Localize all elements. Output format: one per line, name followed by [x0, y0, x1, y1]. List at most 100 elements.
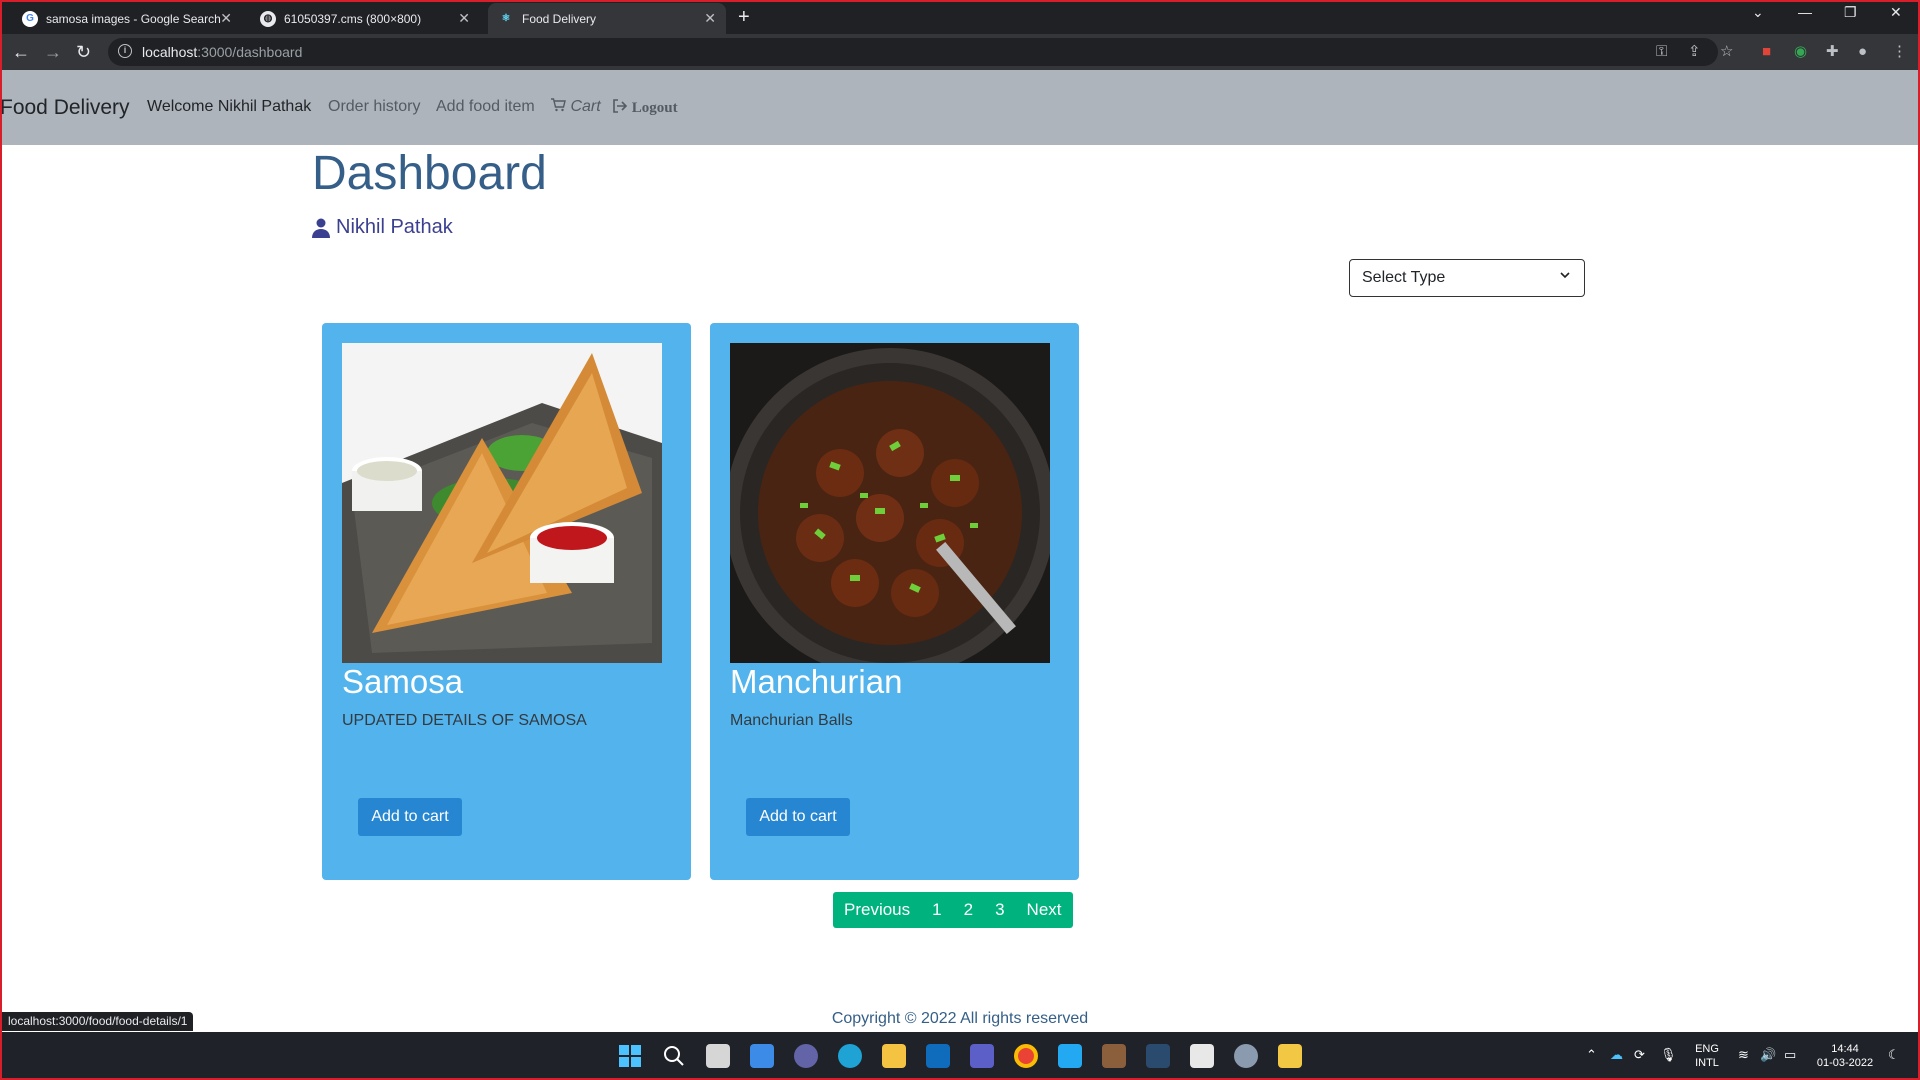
- browser-tab-food-delivery[interactable]: ⚛ Food Delivery ✕: [488, 3, 726, 34]
- tab-title: samosa images - Google Search: [46, 11, 221, 26]
- user-icon: [312, 218, 330, 238]
- close-tab-icon[interactable]: ✕: [458, 10, 470, 27]
- vscode-icon[interactable]: [1058, 1044, 1082, 1068]
- microphone-icon[interactable]: 🎙: [1660, 1047, 1677, 1063]
- chat-icon[interactable]: [794, 1044, 818, 1068]
- globe-icon: ◍: [260, 10, 276, 27]
- nav-order-history[interactable]: Order history: [328, 98, 420, 116]
- brand-logo[interactable]: Food Delivery: [0, 96, 130, 120]
- language-code: ENG: [1695, 1043, 1719, 1055]
- select-type-dropdown[interactable]: Select Type: [1349, 259, 1585, 297]
- user-line: Nikhil Pathak: [312, 216, 453, 239]
- url-text: localhost:3000/dashboard: [142, 44, 302, 60]
- minimize-icon[interactable]: —: [1798, 4, 1812, 20]
- site-info-icon[interactable]: i: [118, 44, 132, 58]
- notifications-icon[interactable]: ☾: [1888, 1047, 1900, 1063]
- browser-tab-image[interactable]: ◍ 61050397.cms (800×800) ✕: [250, 3, 480, 34]
- food-description: Manchurian Balls: [730, 712, 853, 729]
- file-explorer-icon[interactable]: [882, 1044, 906, 1068]
- battery-icon[interactable]: ▭: [1784, 1047, 1796, 1063]
- back-icon[interactable]: ←: [12, 42, 30, 62]
- widgets-icon[interactable]: [750, 1044, 774, 1068]
- user-name: Nikhil Pathak: [336, 216, 453, 238]
- browser-tab-bar: G samosa images - Google Search ✕ ◍ 6105…: [0, 0, 1920, 34]
- pagination-previous[interactable]: Previous: [833, 900, 921, 920]
- bookmark-star-icon[interactable]: ☆: [1720, 43, 1733, 61]
- onedrive-icon[interactable]: ☁: [1610, 1047, 1623, 1063]
- cart-label: Cart: [570, 98, 601, 115]
- footer-copyright: Copyright © 2022 All rights reserved: [831, 1010, 1089, 1027]
- app-icon[interactable]: [1102, 1044, 1126, 1068]
- sticky-notes-icon[interactable]: [1278, 1044, 1302, 1068]
- sync-icon[interactable]: ⟳: [1634, 1047, 1645, 1063]
- tab-search-icon[interactable]: ⌄: [1752, 4, 1764, 21]
- teams-icon[interactable]: [970, 1044, 994, 1068]
- app-icon-2[interactable]: [1146, 1044, 1170, 1068]
- pagination-next[interactable]: Next: [1016, 900, 1073, 920]
- wifi-icon[interactable]: ≋: [1738, 1047, 1749, 1063]
- link-status-bar: localhost:3000/food/food-details/1: [2, 1012, 194, 1031]
- windows-taskbar: ⌃ ☁ ⟳ 🎙 ENG INTL ≋ 🔊 ▭ 14:44 01-03-2022 …: [0, 1032, 1920, 1080]
- pagination-page-1[interactable]: 1: [921, 900, 952, 920]
- snipping-tool-icon[interactable]: [1190, 1044, 1214, 1068]
- nav-logout[interactable]: Logout: [612, 99, 678, 117]
- settings-gear-icon[interactable]: [1234, 1044, 1258, 1068]
- react-icon: ⚛: [501, 13, 511, 24]
- volume-icon[interactable]: 🔊: [1760, 1047, 1776, 1063]
- edge-icon[interactable]: [838, 1044, 862, 1068]
- nav-add-food-item[interactable]: Add food item: [436, 98, 535, 116]
- google-icon: G: [22, 10, 38, 27]
- chevron-up-icon[interactable]: ⌃: [1586, 1047, 1597, 1063]
- new-tab-button[interactable]: +: [738, 6, 750, 29]
- chrome-icon[interactable]: [1014, 1044, 1038, 1068]
- cart-icon: [551, 98, 566, 112]
- logout-icon: [613, 99, 628, 113]
- logout-label: Logout: [631, 100, 678, 116]
- add-to-cart-button[interactable]: Add to cart: [358, 798, 462, 836]
- nav-cart[interactable]: Cart: [550, 98, 601, 116]
- extensions-puzzle-icon[interactable]: ✚: [1826, 43, 1839, 61]
- start-icon[interactable]: [618, 1044, 642, 1068]
- tab-title: Food Delivery: [522, 11, 597, 26]
- welcome-text: Welcome Nikhil Pathak: [147, 98, 312, 115]
- pagination-page-2[interactable]: 2: [953, 900, 984, 920]
- browser-toolbar: ← → ↻ i localhost:3000/dashboard ⚿ ⇪ ☆ ■…: [0, 34, 1920, 70]
- task-view-icon[interactable]: [706, 1044, 730, 1068]
- keyboard-layout: INTL: [1695, 1057, 1719, 1069]
- manchurian-image[interactable]: [730, 343, 1050, 663]
- close-tab-icon[interactable]: ✕: [704, 10, 716, 27]
- select-type-label: Select Type: [1362, 269, 1446, 286]
- close-tab-icon[interactable]: ✕: [220, 10, 232, 27]
- forward-icon[interactable]: →: [44, 42, 62, 62]
- clock[interactable]: 14:44 01-03-2022: [1810, 1042, 1880, 1070]
- extension-green-icon[interactable]: ◉: [1794, 43, 1807, 61]
- clock-date: 01-03-2022: [1816, 1057, 1874, 1069]
- food-name[interactable]: Manchurian: [730, 663, 902, 701]
- search-icon[interactable]: [662, 1044, 686, 1068]
- tab-title: 61050397.cms (800×800): [284, 11, 422, 26]
- pagination-page-3[interactable]: 3: [984, 900, 1015, 920]
- restore-icon[interactable]: ❐: [1844, 4, 1857, 21]
- add-to-cart-button[interactable]: Add to cart: [746, 798, 850, 836]
- key-icon[interactable]: ⚿: [1656, 43, 1667, 61]
- food-card-samosa[interactable]: Samosa UPDATED DETAILS OF SAMOSA Add to …: [322, 323, 691, 880]
- outlook-icon[interactable]: [926, 1044, 950, 1068]
- food-card-manchurian[interactable]: Manchurian Manchurian Balls Add to cart: [710, 323, 1079, 880]
- samosa-image[interactable]: [342, 343, 662, 663]
- close-window-icon[interactable]: ✕: [1890, 4, 1902, 21]
- reload-icon[interactable]: ↻: [76, 42, 91, 62]
- chevron-down-icon: [1560, 272, 1570, 279]
- page-title: Dashboard: [312, 147, 547, 200]
- url-path: :3000/dashboard: [197, 44, 303, 60]
- language-indicator[interactable]: ENG INTL: [1690, 1042, 1724, 1070]
- clock-time: 14:44: [1831, 1043, 1859, 1055]
- samosa-photo-icon: [342, 343, 662, 663]
- extension-red-icon[interactable]: ■: [1762, 43, 1771, 61]
- menu-dots-icon[interactable]: ⋮: [1892, 43, 1907, 61]
- address-bar[interactable]: i localhost:3000/dashboard ⚿ ⇪ ☆: [108, 38, 1733, 66]
- browser-tab-google[interactable]: G samosa images - Google Search ✕: [12, 3, 242, 34]
- share-icon[interactable]: ⇪: [1688, 43, 1701, 61]
- food-name[interactable]: Samosa: [342, 663, 463, 701]
- profile-icon[interactable]: ●: [1858, 43, 1867, 61]
- app-navbar: Food Delivery Welcome Nikhil Pathak Orde…: [0, 70, 1920, 145]
